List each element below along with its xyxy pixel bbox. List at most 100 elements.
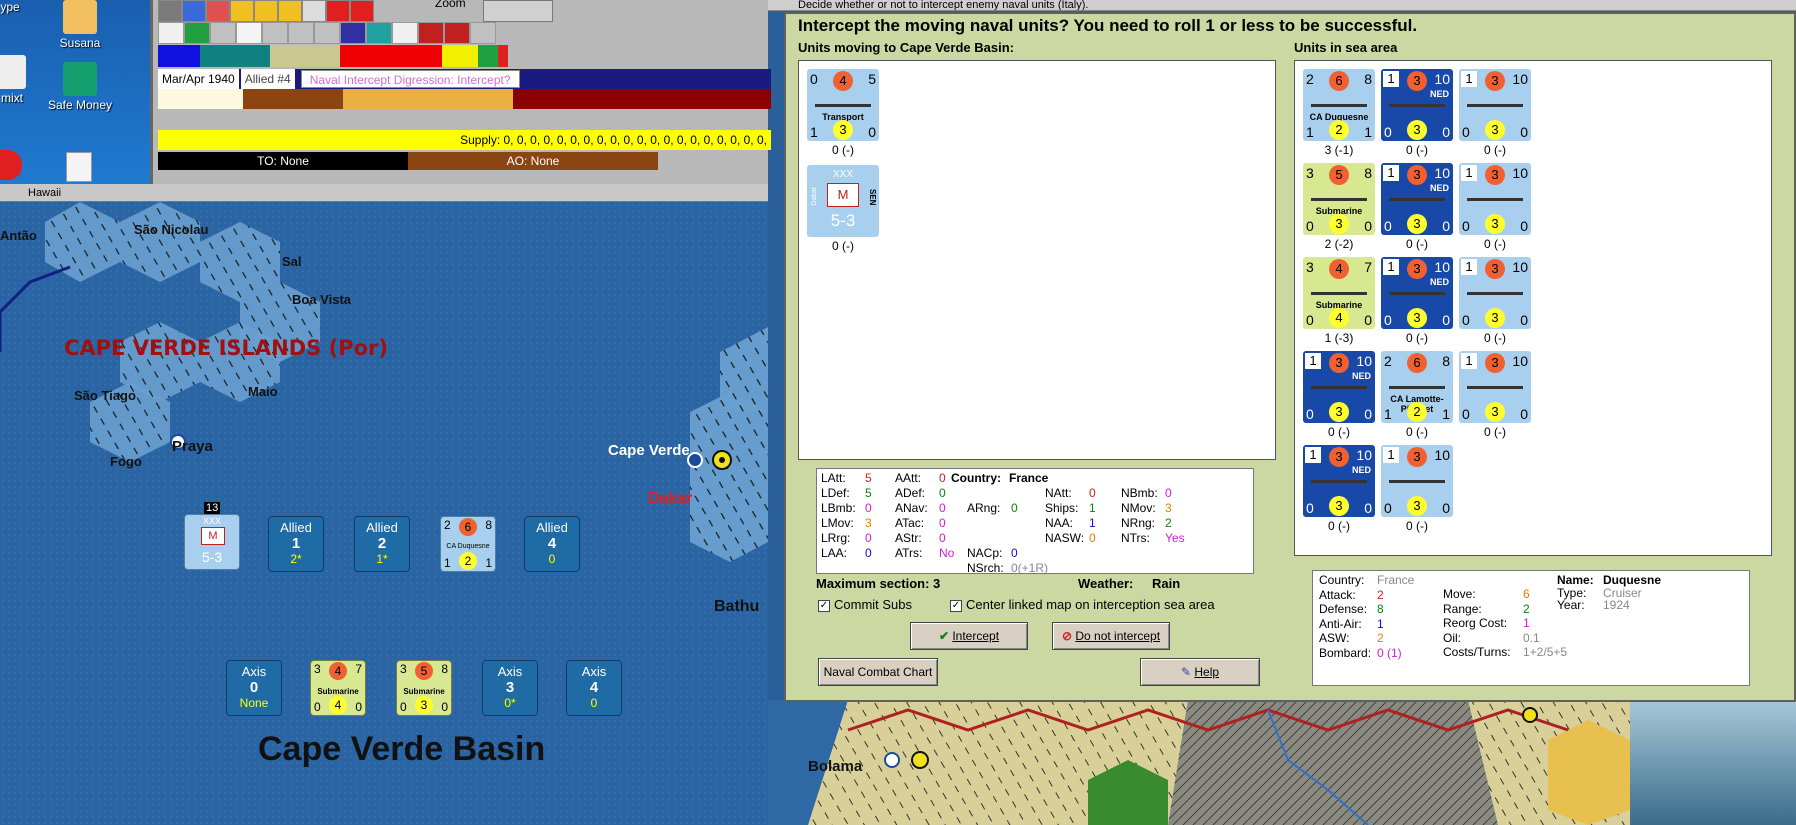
app-icon[interactable] <box>0 150 22 180</box>
flag-icon[interactable] <box>366 22 392 44</box>
section-number: 1 <box>291 535 301 552</box>
sea-units-list[interactable]: 2 6 8 CA Duquesne 1 2 1 3 (-1) 1 3 10 NED 0 3 0 0 (-) 1 3… <box>1294 60 1772 556</box>
toolbar <box>158 0 374 22</box>
army-unit[interactable]: XXX M 5-3 SEN Dakar <box>807 165 879 237</box>
unit-move: 3 <box>1407 447 1427 467</box>
naval-unit[interactable]: 1 3 10 0 3 0 <box>1459 351 1531 423</box>
section-box[interactable]: Axis 3 0* <box>482 660 538 716</box>
detail-label: Range: <box>1443 601 1482 616</box>
infantry-symbol: M <box>201 527 225 545</box>
map-window[interactable]: Hawaii Antão São Nicolau Sal Boa Vista C… <box>0 184 768 825</box>
section-box[interactable]: Allied 2 1* <box>354 516 410 572</box>
naval-counter[interactable]: 3 4 7 Submarine 0 4 0 <box>310 660 366 716</box>
army-counter[interactable]: XXX M 5-3 <box>184 514 240 570</box>
desktop-icon[interactable]: Susana <box>40 0 120 50</box>
naval-unit[interactable]: 1 3 10 NED 0 3 0 <box>1303 351 1375 423</box>
detail-value: France <box>1377 573 1415 587</box>
naval-unit[interactable]: 1 3 10 NED 0 3 0 <box>1381 257 1453 329</box>
help-button[interactable]: ✎ Help <box>1140 658 1260 686</box>
checkbox-icon[interactable]: ✓ <box>950 599 962 612</box>
naval-counter[interactable]: 2 6 8 CA Duquesne 1 2 1 <box>440 516 496 572</box>
unit-defense: 10 <box>1512 165 1528 181</box>
naval-unit[interactable]: 268CA Lamotte-Picquet121 <box>1381 351 1453 423</box>
flag-icon[interactable] <box>262 22 288 44</box>
naval-unit[interactable]: 1 3 10 NED 0 3 0 <box>1381 69 1453 141</box>
section-box[interactable]: Axis 4 0 <box>566 660 622 716</box>
naval-unit[interactable]: 3 4 7 Submarine 0 4 0 <box>1303 257 1375 329</box>
unit-range: 3 <box>1329 402 1349 422</box>
document-icon[interactable] <box>66 152 92 182</box>
unit-caption: 0 (-) <box>1406 331 1428 345</box>
intercept-label: Intercept <box>952 629 1000 643</box>
flag-icon[interactable] <box>236 22 262 44</box>
place-name: Boa Vista <box>292 292 352 307</box>
naval-unit[interactable]: 1 3 10 0 3 0 <box>1459 257 1531 329</box>
flag-icon[interactable] <box>418 22 444 44</box>
section-value: 0* <box>504 696 516 710</box>
flag-icon[interactable] <box>444 22 470 44</box>
checkbox-icon[interactable]: ✓ <box>818 599 830 612</box>
counter-aa: 0 <box>400 700 407 714</box>
stack-stats: LAtt: 5 LDef: 5 LBmb: 0 LMov: 3 LRrg: 0 LAA: 0 AAtt:… <box>816 468 1254 575</box>
section-box[interactable]: Allied 4 0 <box>524 516 580 572</box>
tool-icon[interactable] <box>230 0 254 22</box>
unit-range: 3 <box>1485 402 1505 422</box>
stat-value: 2 <box>1165 516 1172 530</box>
unit-range: 4 <box>1329 308 1349 328</box>
moving-units-list[interactable]: 0 4 5 Transport 1 3 0 0 (-) XXX M 5-3 SE… <box>798 60 1276 460</box>
section-box[interactable]: Axis 0 None <box>226 660 282 716</box>
center-map-checkbox[interactable]: ✓ Center linked map on interception sea a… <box>950 597 1215 612</box>
naval-unit[interactable]: 1 3 10 NED 0 3 0 <box>1381 163 1453 235</box>
naval-unit[interactable]: 2 6 8 CA Duquesne 1 2 1 <box>1303 69 1375 141</box>
unit-attack: 1 <box>1461 165 1477 181</box>
naval-unit[interactable]: 0 4 5 Transport 1 3 0 <box>807 69 879 141</box>
naval-combat-chart-button[interactable]: Naval Combat Chart <box>818 658 938 686</box>
detail-value: 1 <box>1523 616 1530 630</box>
counter-asw: 0 <box>355 700 362 714</box>
tool-icon[interactable] <box>254 0 278 22</box>
do-not-intercept-button[interactable]: ⊘ Do not intercept <box>1052 622 1170 650</box>
flag-icon[interactable] <box>340 22 366 44</box>
unit-defense: 8 <box>1364 165 1372 181</box>
section-box[interactable]: Allied 1 2* <box>268 516 324 572</box>
stat-value: 1 <box>1089 516 1096 530</box>
flag-icon[interactable] <box>288 22 314 44</box>
right-arrow-icon[interactable] <box>350 0 374 22</box>
tool-icon[interactable] <box>278 0 302 22</box>
left-arrow-icon[interactable] <box>326 0 350 22</box>
unit-aa: 0 <box>1384 124 1392 140</box>
naval-counter[interactable]: 3 5 8 Submarine 0 3 0 <box>396 660 452 716</box>
unit-caption: 0 (-) <box>1484 425 1506 439</box>
flag-icon[interactable] <box>314 22 340 44</box>
tool-icon[interactable] <box>206 0 230 22</box>
detail-value: 8 <box>1377 602 1384 616</box>
unit-aa: 0 <box>1306 218 1314 234</box>
unit-defense: 10 <box>1512 353 1528 369</box>
flag-icon[interactable] <box>158 22 184 44</box>
tool-icon[interactable] <box>302 0 326 22</box>
desktop-icon[interactable]: Safe Money <box>40 62 120 112</box>
commit-subs-checkbox[interactable]: ✓ Commit Subs <box>818 597 912 612</box>
unit-move: 3 <box>1485 165 1505 185</box>
intercept-button[interactable]: ✔ Intercept <box>910 622 1028 650</box>
flag-icon[interactable] <box>210 22 236 44</box>
flag-icon[interactable] <box>184 22 210 44</box>
flag-icon[interactable] <box>392 22 418 44</box>
stat-value: Yes <box>1165 531 1185 545</box>
zoom-control[interactable] <box>483 0 553 22</box>
naval-unit[interactable]: 1 3 10 NED 0 3 0 <box>1303 445 1375 517</box>
tool-icon[interactable] <box>182 0 206 22</box>
stat-value: 1 <box>1089 501 1096 515</box>
unit-range: 2 <box>1329 120 1349 140</box>
naval-unit[interactable]: 1 3 10 0 3 0 <box>1459 69 1531 141</box>
flag-icon[interactable] <box>470 22 496 44</box>
detail-label: Bombard: <box>1319 645 1372 660</box>
tool-icon[interactable] <box>158 0 182 22</box>
ship-silhouette-icon <box>1389 381 1445 389</box>
ship-silhouette-icon <box>1311 287 1367 295</box>
naval-unit[interactable]: 1 3 10 0 3 0 <box>1459 163 1531 235</box>
naval-unit[interactable]: 3 5 8 Submarine 0 3 0 <box>1303 163 1375 235</box>
document-icon <box>0 55 26 89</box>
counter-range: 4 <box>329 696 347 714</box>
naval-unit[interactable]: 1 3 10 0 3 0 <box>1381 445 1453 517</box>
